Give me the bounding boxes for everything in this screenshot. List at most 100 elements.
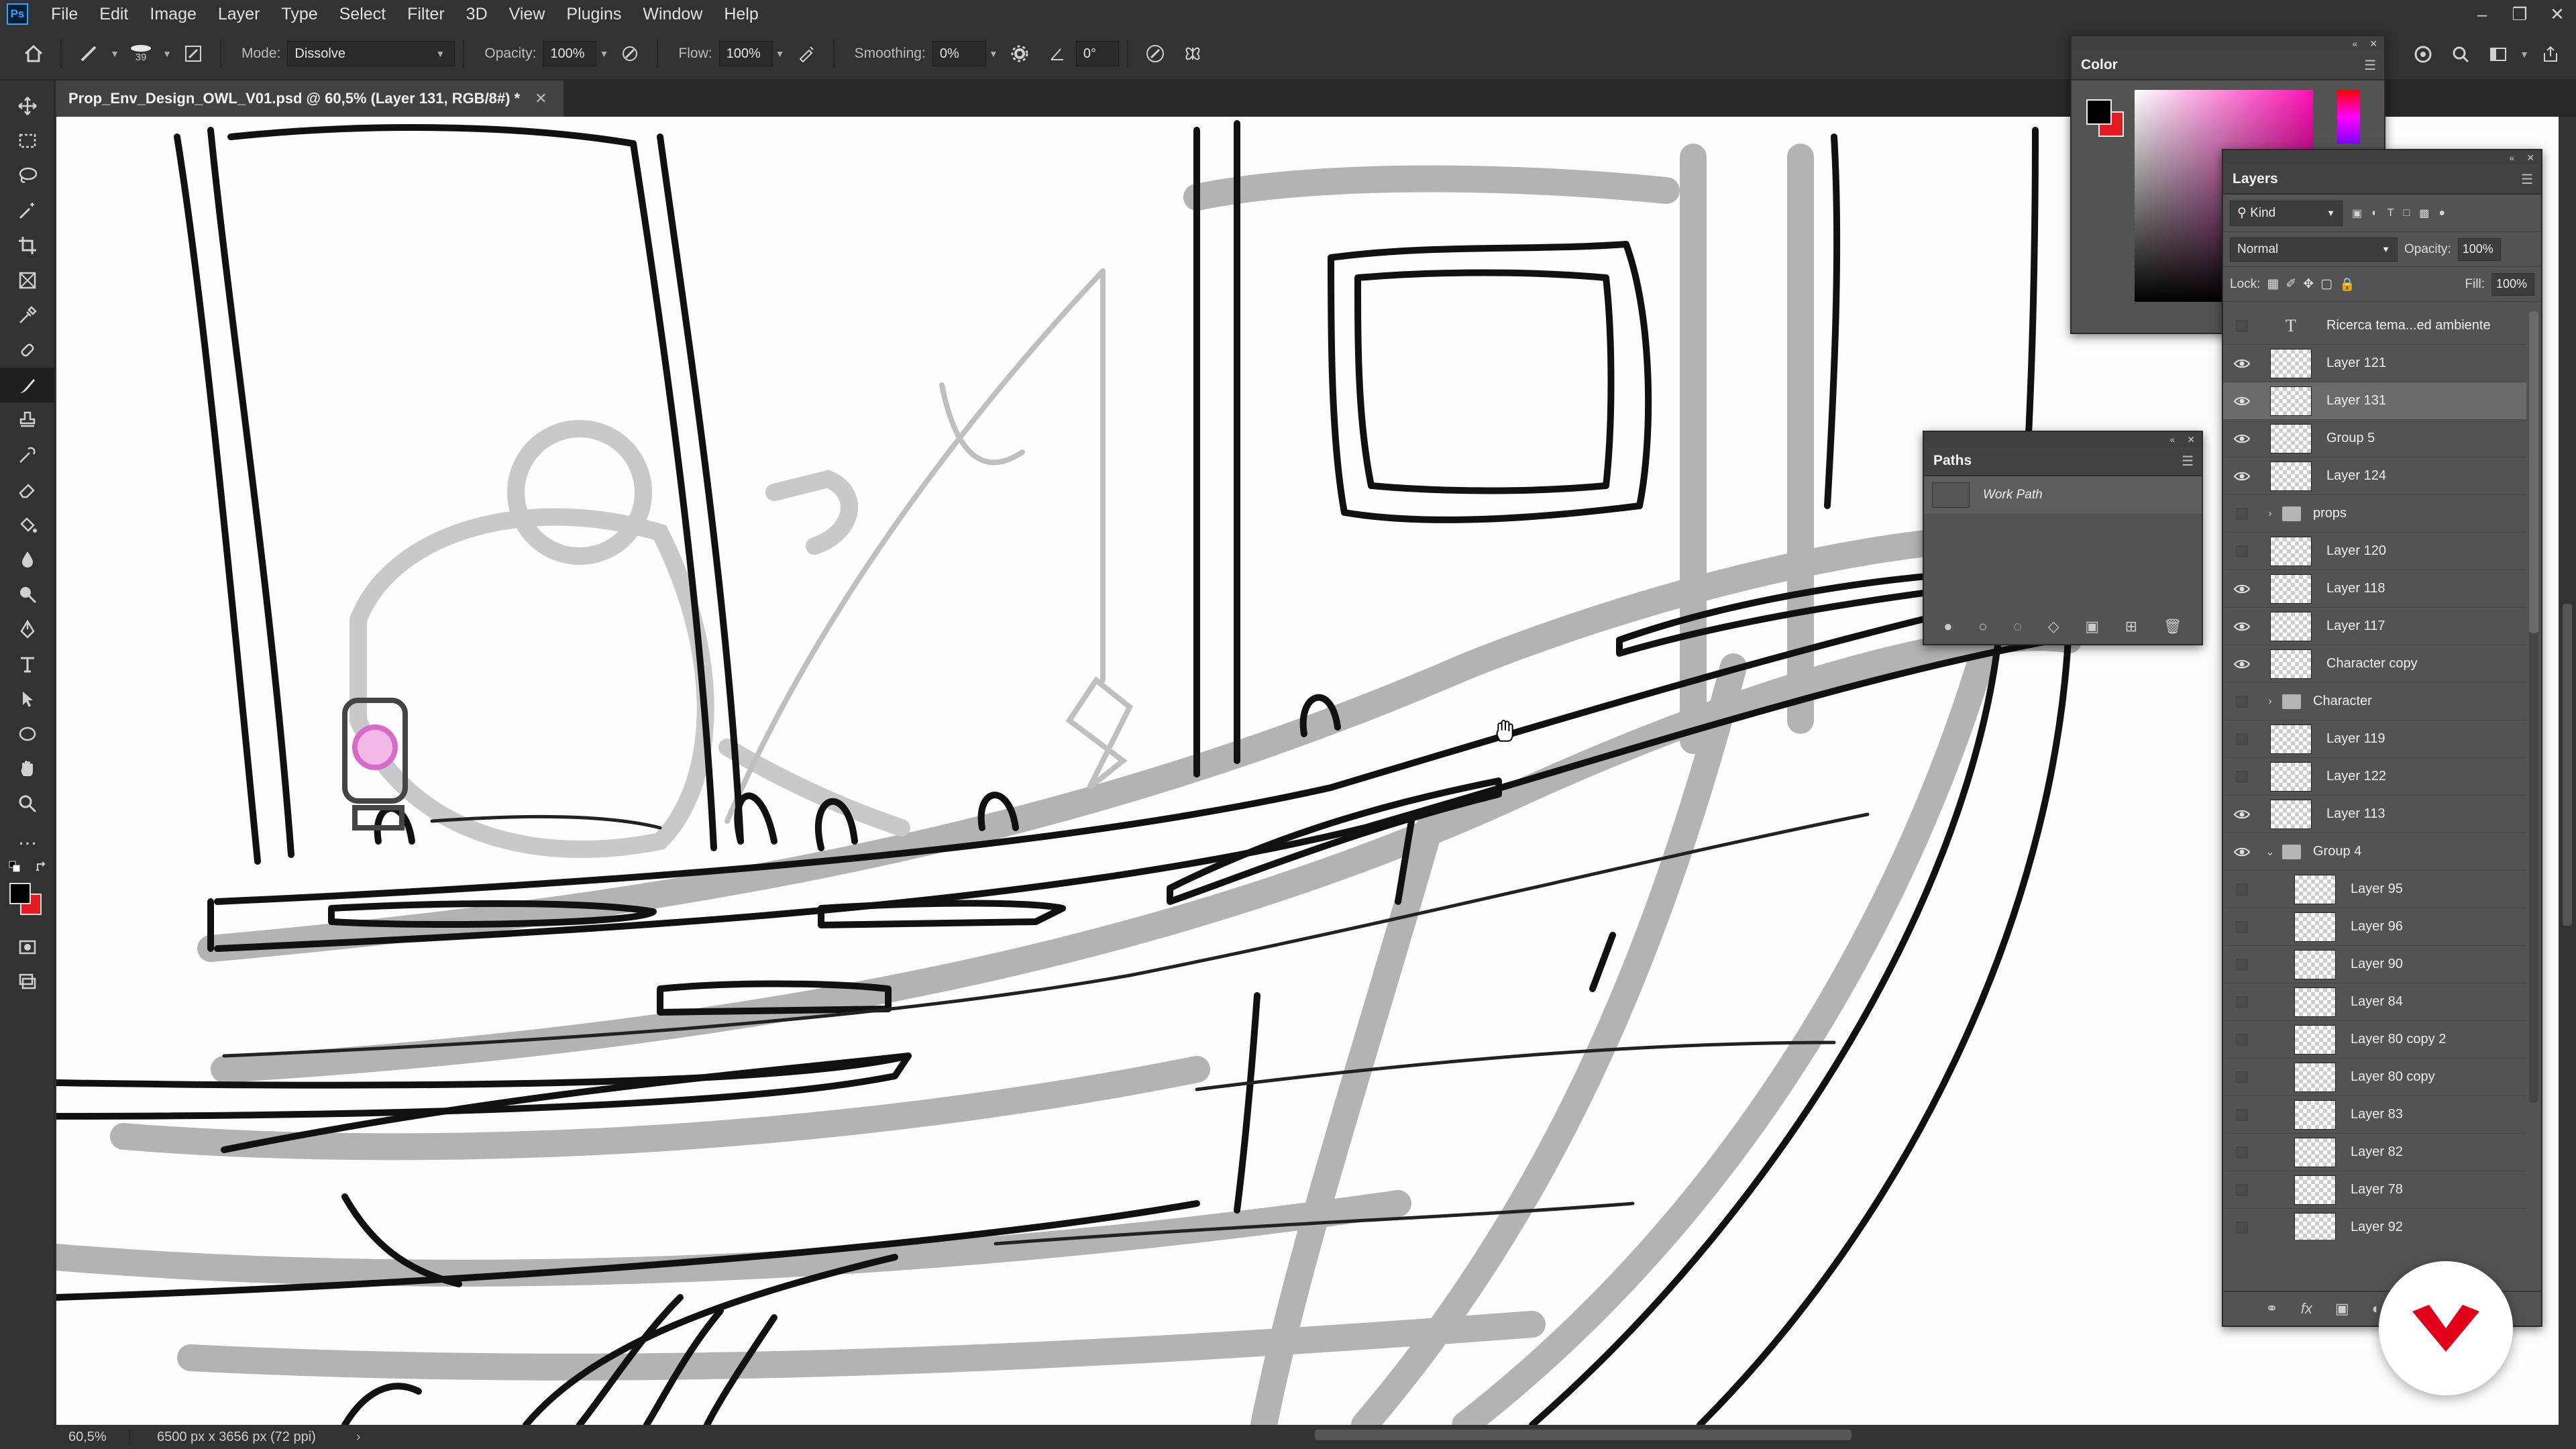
minimize-icon[interactable]: – (2463, 0, 2501, 28)
swap-colors-icon[interactable] (35, 860, 48, 873)
eyedropper-tool-icon[interactable] (0, 298, 55, 333)
path-selection-tool-icon[interactable] (0, 682, 55, 716)
blend-mode-dropdown[interactable]: Normal ▼ (2230, 237, 2398, 262)
vertical-scrollbar[interactable] (2563, 604, 2572, 926)
filter-adjustment-icon[interactable]: ◐ (2371, 207, 2378, 219)
pressure-opacity-icon[interactable] (615, 39, 645, 68)
marquee-tool-icon[interactable] (0, 123, 55, 158)
layer-thumbnail[interactable] (2294, 1099, 2336, 1130)
quick-mask-icon[interactable] (0, 930, 55, 965)
hue-slider[interactable] (2337, 90, 2360, 144)
paths-panel-title[interactable]: Paths (1933, 453, 1972, 469)
search-icon[interactable] (2446, 40, 2475, 69)
restore-icon[interactable]: ❐ (2501, 0, 2538, 28)
visibility-toggle[interactable] (2223, 871, 2261, 908)
layer-row[interactable]: Layer 124 (2223, 458, 2526, 495)
layer-thumbnail[interactable] (2270, 611, 2312, 641)
filter-pixel-icon[interactable]: ▣ (2352, 207, 2362, 220)
brush-angle-icon[interactable] (1042, 39, 1072, 68)
collapse-panel-icon[interactable]: « (2352, 38, 2357, 49)
close-window-icon[interactable]: ✕ (2538, 0, 2576, 28)
menu-image[interactable]: Image (139, 5, 207, 24)
visibility-toggle[interactable] (2223, 495, 2261, 533)
layer-opacity-input[interactable]: 100% (2457, 237, 2501, 261)
visibility-toggle[interactable] (2223, 720, 2261, 758)
layer-thumbnail[interactable] (2270, 348, 2312, 378)
zoom-level[interactable]: 60,5% (56, 1429, 130, 1445)
flow-caret-icon[interactable]: ▼ (773, 48, 788, 59)
brush-angle-input[interactable]: 0° (1075, 41, 1119, 66)
layer-thumbnail[interactable] (2294, 1062, 2336, 1092)
visibility-eye-icon[interactable] (2223, 458, 2261, 495)
stroke-path-icon[interactable]: ○ (1978, 618, 1987, 635)
menu-filter[interactable]: Filter (396, 5, 455, 24)
layer-row[interactable]: Layer 84 (2223, 983, 2526, 1021)
visibility-eye-icon[interactable] (2223, 570, 2261, 608)
type-tool-icon[interactable] (0, 647, 55, 682)
layer-thumbnail[interactable] (2270, 724, 2312, 754)
brush-tool-icon[interactable] (0, 368, 55, 402)
fill-input[interactable]: 100% (2491, 272, 2534, 296)
panel-menu-icon[interactable]: ☰ (2182, 453, 2194, 470)
chevron-right-icon[interactable]: › (2261, 508, 2279, 520)
visibility-toggle[interactable] (2223, 1209, 2261, 1240)
visibility-toggle[interactable] (2223, 1171, 2261, 1209)
visibility-eye-icon[interactable] (2223, 382, 2261, 420)
new-path-icon[interactable]: ⊞ (2125, 618, 2137, 635)
visibility-eye-icon[interactable] (2223, 796, 2261, 833)
layer-thumbnail[interactable] (2270, 423, 2312, 453)
layer-row[interactable]: Group 5 (2223, 420, 2526, 458)
menu-file[interactable]: File (40, 5, 89, 24)
layer-row[interactable]: Layer 120 (2223, 533, 2526, 570)
screen-mode-icon[interactable] (0, 965, 55, 1000)
collapse-panel-icon[interactable]: « (2509, 152, 2514, 163)
filter-toggle-icon[interactable]: ● (2438, 207, 2445, 219)
lock-all-icon[interactable]: 🔒 (2339, 276, 2355, 292)
filter-type-icon[interactable]: T (2387, 207, 2394, 219)
visibility-toggle[interactable] (2223, 1021, 2261, 1059)
layer-thumbnail[interactable] (2294, 1137, 2336, 1167)
clone-stamp-tool-icon[interactable] (0, 402, 55, 437)
layer-row[interactable]: Character copy (2223, 645, 2526, 683)
layer-thumbnail[interactable] (2270, 386, 2312, 416)
home-icon[interactable] (19, 39, 48, 68)
smoothing-caret-icon[interactable]: ▼ (986, 48, 1001, 59)
layer-thumbnail[interactable] (2294, 1212, 2336, 1240)
brush-size-picker[interactable]: 39 (126, 39, 156, 68)
lock-transparent-icon[interactable]: ▦ (2267, 276, 2279, 292)
visibility-toggle[interactable] (2223, 946, 2261, 983)
layer-thumbnail[interactable] (2294, 1024, 2336, 1055)
layer-row[interactable]: Layer 83 (2223, 1096, 2526, 1134)
add-mask-icon[interactable]: ▣ (2335, 1300, 2349, 1318)
status-menu-chevron-icon[interactable]: › (356, 1430, 361, 1445)
visibility-toggle[interactable] (2223, 983, 2261, 1021)
history-brush-tool-icon[interactable] (0, 437, 55, 472)
lock-position-icon[interactable]: ✥ (2303, 276, 2314, 292)
preset-caret-icon[interactable]: ▼ (107, 48, 122, 59)
layer-row[interactable]: Layer 80 copy 2 (2223, 1021, 2526, 1059)
add-mask-icon[interactable]: ▣ (2085, 618, 2099, 635)
filter-smart-object-icon[interactable]: ▩ (2419, 207, 2429, 220)
close-panel-icon[interactable]: ✕ (2187, 434, 2195, 445)
zoom-tool-icon[interactable] (0, 786, 55, 821)
workspace-switcher-icon[interactable] (2483, 40, 2513, 69)
panel-menu-icon[interactable]: ☰ (2521, 171, 2533, 188)
panel-menu-icon[interactable]: ☰ (2364, 57, 2376, 74)
link-layers-icon[interactable]: ⚭ (2265, 1300, 2277, 1318)
layer-row[interactable]: Layer 90 (2223, 946, 2526, 983)
layer-row[interactable]: T Ricerca tema...ed ambiente (2223, 307, 2526, 345)
close-tab-icon[interactable]: ✕ (535, 90, 547, 107)
visibility-eye-icon[interactable] (2223, 345, 2261, 382)
dodge-tool-icon[interactable] (0, 577, 55, 612)
visibility-eye-icon[interactable] (2223, 608, 2261, 645)
visibility-toggle[interactable] (2223, 1134, 2261, 1171)
ellipse-tool-icon[interactable] (0, 716, 55, 751)
layer-thumbnail[interactable] (2294, 949, 2336, 979)
layer-thumbnail[interactable] (2294, 1175, 2336, 1205)
default-colors-icon[interactable] (8, 860, 21, 873)
menu-view[interactable]: View (498, 5, 556, 24)
more-tools-icon[interactable]: … (0, 821, 55, 856)
layer-thumbnail[interactable] (2294, 912, 2336, 942)
chevron-down-icon[interactable]: ⌄ (2261, 845, 2279, 859)
visibility-toggle[interactable] (2223, 683, 2261, 720)
